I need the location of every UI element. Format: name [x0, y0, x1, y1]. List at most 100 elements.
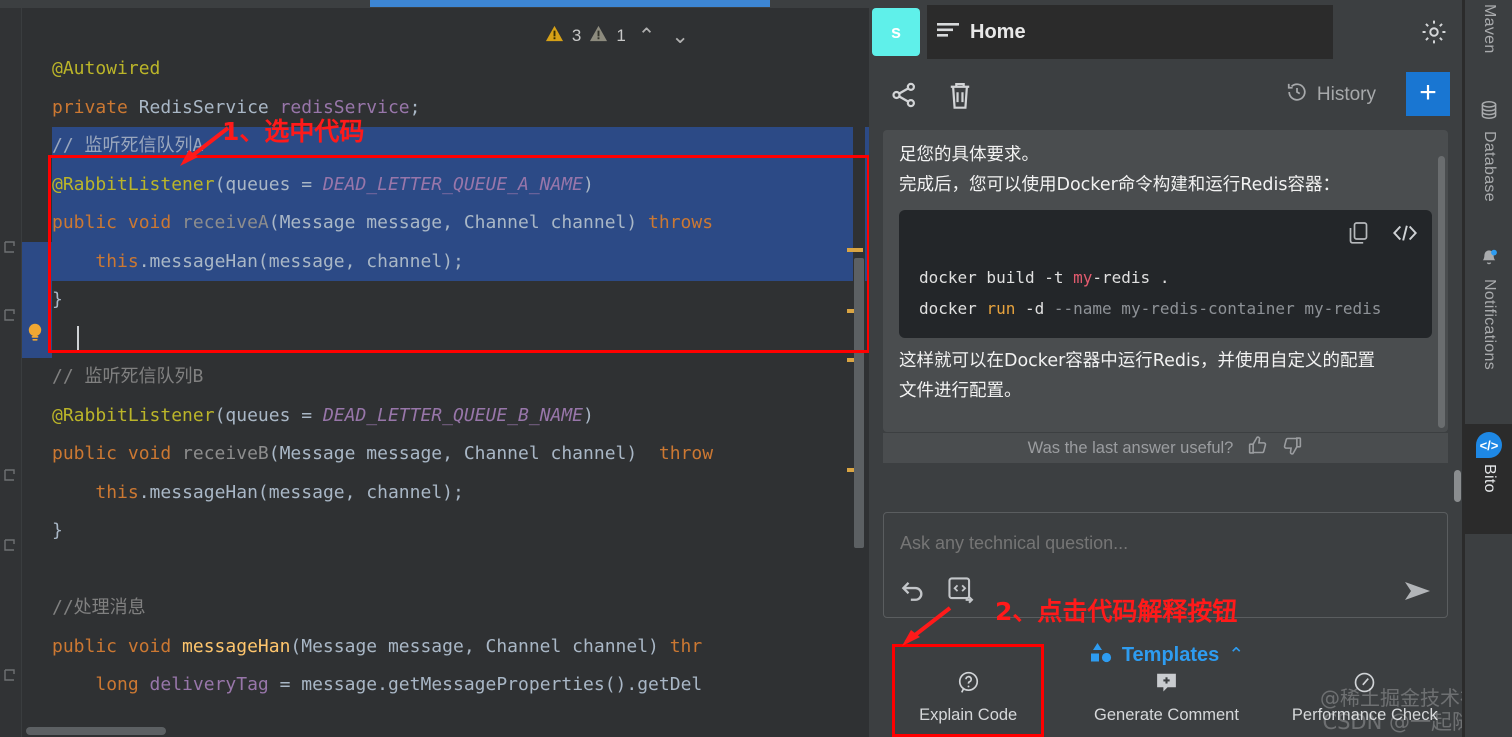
insert-code-icon[interactable]	[946, 575, 976, 605]
history-button[interactable]: History	[1286, 81, 1376, 108]
code-line[interactable]: long deliveryTag = message.getMessagePro…	[52, 666, 869, 705]
editor-gutter[interactable]	[0, 8, 22, 737]
trash-icon[interactable]	[945, 80, 975, 112]
fold-marker-icon[interactable]	[3, 468, 17, 482]
comment-plus-icon	[1154, 670, 1179, 700]
new-chat-button[interactable]: +	[1406, 72, 1450, 116]
thumbs-up-icon[interactable]	[1247, 435, 1268, 461]
code-line[interactable]: // 监听死信队列B	[52, 358, 869, 397]
weak-warning-icon	[589, 24, 608, 48]
bito-tab-bar: s Home	[869, 0, 1464, 62]
editor-body[interactable]: 3 1 ⌃ ⌄ @Autowired private RedisService r…	[0, 8, 869, 737]
right-tool-sidebar: Maven Database Notifications </> Bito	[1464, 0, 1512, 737]
warning-icon	[545, 24, 564, 48]
bito-workspace-logo[interactable]: s	[872, 8, 920, 56]
gauge-icon	[1352, 670, 1377, 700]
explain-code-button[interactable]: Explain Code	[869, 662, 1067, 725]
code-line[interactable]: private RedisService redisService;	[52, 89, 869, 128]
undo-icon[interactable]	[898, 577, 926, 605]
menu-lines-icon	[937, 22, 959, 43]
bell-icon	[1479, 248, 1499, 273]
code-block-toolbar	[1348, 221, 1418, 250]
sidebar-item-notifications[interactable]: Notifications	[1465, 244, 1512, 420]
tab-home[interactable]: Home	[927, 5, 1333, 59]
bito-toolbar: History +	[869, 62, 1464, 134]
conversation-scrollbar[interactable]	[1438, 156, 1445, 428]
weak-warning-count: 1	[616, 26, 626, 45]
code-line[interactable]: // 监听死信队列A	[52, 127, 869, 166]
sidebar-item-bito-label: Bito	[1481, 464, 1498, 493]
message-paragraph: 完成后，您可以使用Docker命令构建和运行Redis容器：	[899, 175, 1341, 195]
code-snippet-text: docker build -t my-redis . docker run -d …	[919, 262, 1381, 324]
chat-input[interactable]	[900, 533, 1420, 554]
prev-problem-chevron-up-icon[interactable]: ⌃	[634, 26, 660, 47]
history-clock-icon	[1286, 81, 1308, 108]
code-line[interactable]: //处理消息	[52, 589, 869, 628]
code-line[interactable]: }	[52, 281, 869, 320]
fold-marker-icon[interactable]	[3, 240, 17, 254]
insert-code-icon[interactable]	[1392, 223, 1418, 248]
conversation-message: 足您的具体要求。 完成后，您可以使用Docker命令构建和运行Redis容器：	[883, 130, 1448, 432]
fold-marker-icon[interactable]	[3, 308, 17, 322]
sidebar-item-notifications-label: Notifications	[1481, 279, 1498, 371]
app-window: 3 1 ⌃ ⌄ @Autowired private RedisService r…	[0, 0, 1512, 737]
performance-check-button[interactable]: Performance Check	[1266, 662, 1464, 725]
sidebar-item-database-label: Database	[1481, 131, 1498, 202]
warning-count: 3	[571, 26, 582, 45]
text-caret	[77, 326, 79, 352]
code-line[interactable]: @RabbitListener(queues = DEAD_LETTER_QUE…	[52, 165, 869, 204]
code-line[interactable]: public void messageHan(Message message, …	[52, 628, 869, 667]
code-snippet-line: docker build -t my-redis .	[919, 268, 1170, 287]
generate-comment-button[interactable]: Generate Comment	[1067, 662, 1265, 725]
bito-icon: </>	[1476, 432, 1502, 458]
annotation-arrow-2-icon	[902, 606, 952, 646]
code-snippet-block: docker build -t my-redis . docker run -d …	[899, 210, 1432, 338]
code-line[interactable]: this.messageHan(message, channel);	[52, 242, 869, 281]
send-icon[interactable]	[1403, 579, 1433, 603]
message-paragraph: 这样就可以在Docker容器中运行Redis，并使用自定义的配置	[899, 351, 1376, 371]
message-paragraph: 文件进行配置。	[899, 381, 1022, 401]
editor-horizontal-scrollbar[interactable]	[26, 727, 166, 735]
quick-actions-row: Explain Code Generate Comment Performanc…	[869, 662, 1464, 737]
share-icon[interactable]	[889, 80, 919, 110]
code-text[interactable]: @Autowired private RedisService redisServ…	[52, 50, 869, 705]
generate-comment-label: Generate Comment	[1094, 706, 1239, 724]
sidebar-item-database[interactable]: Database	[1465, 96, 1512, 236]
feedback-label: Was the last answer useful?	[1027, 438, 1234, 457]
fold-marker-icon[interactable]	[3, 538, 17, 552]
next-problem-chevron-down-icon[interactable]: ⌄	[667, 26, 693, 47]
annotation-step-1-label: 1、选中代码	[222, 117, 365, 146]
editor-tab-strip	[0, 0, 869, 8]
sidebar-item-bito[interactable]: </> Bito	[1465, 424, 1512, 534]
code-line[interactable]	[52, 320, 869, 359]
code-editor-pane: 3 1 ⌃ ⌄ @Autowired private RedisService r…	[0, 0, 869, 737]
sidebar-item-maven-label: Maven	[1481, 4, 1498, 54]
editor-vertical-scrollbar[interactable]	[854, 258, 864, 548]
gear-icon[interactable]	[1420, 18, 1448, 46]
code-line[interactable]: this.messageHan(message, channel);	[52, 474, 869, 513]
fold-marker-icon[interactable]	[3, 668, 17, 682]
feedback-bar: Was the last answer useful?	[883, 433, 1448, 463]
active-tab-indicator[interactable]	[370, 0, 770, 7]
code-line[interactable]: }	[52, 512, 869, 551]
code-line[interactable]: @Autowired	[52, 50, 869, 89]
annotation-step-2-label: 2、点击代码解释按钮	[995, 597, 1238, 626]
tab-home-label: Home	[970, 20, 1026, 43]
explain-code-label: Explain Code	[919, 706, 1018, 724]
code-line[interactable]: public void receiveA(Message message, Ch…	[52, 204, 869, 243]
bito-panel-scrollbar[interactable]	[1454, 470, 1461, 502]
inspection-status-widget[interactable]: 3 1 ⌃ ⌄	[545, 24, 693, 48]
code-line[interactable]: @RabbitListener(queues = DEAD_LETTER_QUE…	[52, 397, 869, 436]
code-line[interactable]: public void receiveB(Message message, Ch…	[52, 435, 869, 474]
copy-icon[interactable]	[1348, 221, 1370, 250]
database-icon	[1479, 100, 1499, 125]
message-paragraph: 足您的具体要求。	[899, 145, 1039, 165]
code-line[interactable]	[52, 551, 869, 590]
question-circle-icon	[956, 670, 981, 700]
thumbs-down-icon[interactable]	[1282, 435, 1303, 461]
sidebar-item-maven[interactable]: Maven	[1465, 4, 1512, 90]
performance-check-label: Performance Check	[1291, 706, 1438, 724]
history-label: History	[1316, 83, 1376, 105]
intention-bulb-icon[interactable]	[24, 321, 46, 343]
warning-stripe-mark[interactable]	[847, 248, 863, 252]
